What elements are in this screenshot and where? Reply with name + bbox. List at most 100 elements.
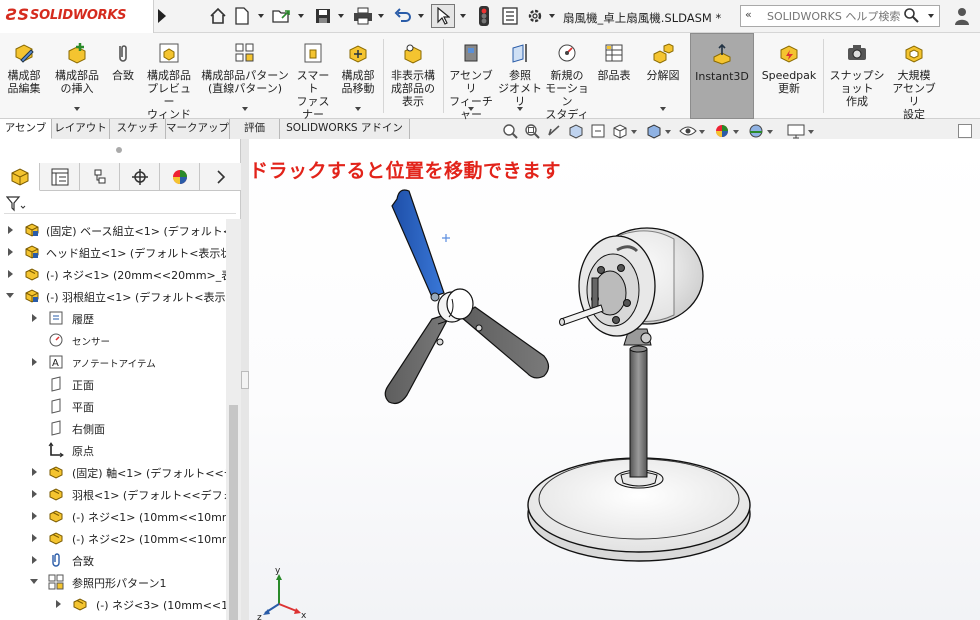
print-dropdown-icon[interactable]: [378, 14, 384, 18]
move-component-dropdown-icon[interactable]: [355, 107, 361, 111]
tree-filter[interactable]: [4, 194, 236, 214]
view-orientation-dropdown-icon[interactable]: [631, 130, 637, 134]
collapse-arrow-icon[interactable]: [30, 579, 38, 584]
fan-motor-head[interactable]: [578, 227, 704, 346]
search-icon[interactable]: [903, 7, 919, 27]
viewport-restore-icon[interactable]: [958, 124, 972, 138]
motion-study-button[interactable]: 新規の モーション スタディ: [544, 33, 590, 121]
snapshot-button[interactable]: スナップショット 作成: [826, 33, 888, 119]
file-properties-icon[interactable]: [500, 6, 520, 26]
apply-scene-icon[interactable]: [747, 122, 765, 140]
solidworks-logo[interactable]: ƧS SOLIDWORKS: [0, 0, 154, 33]
apply-scene-dropdown-icon[interactable]: [767, 130, 773, 134]
reference-geometry-dropdown-icon[interactable]: [517, 107, 523, 111]
home-icon[interactable]: [208, 6, 228, 26]
mate-button[interactable]: 合致: [106, 33, 140, 119]
insert-component-dropdown-icon[interactable]: [74, 107, 80, 111]
bom-button[interactable]: 部品表: [592, 33, 636, 119]
hide-show-items-icon[interactable]: [679, 122, 697, 140]
instant3d-button[interactable]: Instant3D: [690, 33, 754, 119]
view-orientation-icon[interactable]: [611, 122, 629, 140]
tree-row[interactable]: 履歴: [0, 307, 226, 329]
search-dropdown-icon[interactable]: [928, 14, 934, 18]
tab-solidworks-addins[interactable]: SOLIDWORKS アドイン: [280, 119, 410, 139]
tree-row[interactable]: (-) ネジ<1> (10mm<<10mm>: [0, 505, 226, 527]
expand-arrow-icon[interactable]: [56, 600, 61, 608]
options-gear-icon[interactable]: [525, 6, 545, 26]
tree-row[interactable]: (-) ネジ<2> (10mm<<10mm>: [0, 527, 226, 549]
tree-row[interactable]: (-) ネジ<3> (10mm<<10m: [0, 593, 226, 615]
zoom-to-area-icon[interactable]: [523, 122, 541, 140]
tree-row[interactable]: (固定) ベース組立<1> (デフォルト<表示: [0, 219, 226, 241]
display-style-icon[interactable]: [645, 122, 663, 140]
help-search-box[interactable]: «: [740, 5, 940, 27]
save-dropdown-icon[interactable]: [338, 14, 344, 18]
panel-collapse-handle[interactable]: [241, 371, 249, 389]
insert-component-button[interactable]: 構成部品 の挿入: [50, 33, 104, 119]
select-dropdown-icon[interactable]: [460, 14, 466, 18]
exploded-view-button[interactable]: 分解図: [640, 33, 686, 119]
undo-dropdown-icon[interactable]: [418, 14, 424, 18]
large-assembly-button[interactable]: 大規模 アセンブリ 設定: [890, 33, 938, 121]
component-preview-button[interactable]: 構成部品 プレビュー ウィンドウ: [142, 33, 196, 134]
menu-expand-arrow-icon[interactable]: [158, 9, 166, 23]
fan-blade-assembly[interactable]: [384, 189, 550, 405]
smart-fastener-button[interactable]: スマート ファスナー 挿入: [292, 33, 334, 134]
print-icon[interactable]: [353, 6, 373, 26]
tab-evaluate[interactable]: 評価: [230, 119, 280, 139]
tab-configuration-manager[interactable]: [80, 163, 120, 191]
move-component-button[interactable]: 構成部 品移動: [336, 33, 380, 119]
exploded-view-dropdown-icon[interactable]: [660, 107, 666, 111]
tree-row[interactable]: 参照円形パターン1: [0, 571, 226, 593]
fan-blade-lower[interactable]: [384, 311, 453, 405]
tab-property-manager[interactable]: [40, 163, 80, 191]
user-account-icon[interactable]: [952, 6, 972, 26]
display-style-dropdown-icon[interactable]: [665, 130, 671, 134]
panel-tabs-more-icon[interactable]: [200, 163, 241, 191]
expand-arrow-icon[interactable]: [32, 512, 37, 520]
tree-scrollbar-thumb[interactable]: [229, 405, 238, 620]
tab-display-manager[interactable]: [160, 163, 200, 191]
new-dropdown-icon[interactable]: [258, 14, 264, 18]
collapse-arrow-icon[interactable]: [6, 293, 14, 298]
tree-row[interactable]: 右側面: [0, 417, 226, 439]
linear-pattern-dropdown-icon[interactable]: [242, 107, 248, 111]
tree-row[interactable]: 合致: [0, 549, 226, 571]
open-dropdown-icon[interactable]: [298, 14, 304, 18]
help-search-input[interactable]: [767, 8, 907, 24]
open-icon[interactable]: [272, 6, 292, 26]
view-settings-icon[interactable]: [787, 122, 805, 140]
expand-arrow-icon[interactable]: [32, 358, 37, 366]
tab-layout[interactable]: レイアウト: [52, 119, 110, 139]
tree-row[interactable]: (-) ネジ<1> (20mm<<20mm>_表示: [0, 263, 226, 285]
expand-arrow-icon[interactable]: [8, 248, 13, 256]
reference-geometry-button[interactable]: 参照 ジオメトリ: [498, 33, 542, 119]
expand-arrow-icon[interactable]: [32, 468, 37, 476]
edit-component-button[interactable]: 構成部 品編集: [0, 33, 48, 119]
tab-feature-manager[interactable]: [0, 163, 40, 191]
edit-appearance-dropdown-icon[interactable]: [733, 130, 739, 134]
new-document-icon[interactable]: [232, 6, 252, 26]
show-hidden-button[interactable]: 非表示構 成部品の 表示: [386, 33, 440, 119]
tree-row[interactable]: 羽根<1> (デフォルト<<デフォルト>_: [0, 483, 226, 505]
tab-sketch[interactable]: スケッチ: [110, 119, 166, 139]
tree-row[interactable]: (-) 羽根組立<1> (デフォルト<表示状: [0, 285, 226, 307]
assembly-feature-button[interactable]: アセンブリ フィーチャー: [446, 33, 496, 121]
tree-row[interactable]: センサー: [0, 329, 226, 351]
view-settings-dropdown-icon[interactable]: [808, 130, 814, 134]
hide-show-dropdown-icon[interactable]: [699, 130, 705, 134]
panel-grip[interactable]: [116, 147, 122, 153]
expand-arrow-icon[interactable]: [8, 270, 13, 278]
speedpak-button[interactable]: Speedpak 更新: [758, 33, 820, 119]
options-dropdown-icon[interactable]: [549, 14, 555, 18]
zoom-to-fit-icon[interactable]: [501, 122, 519, 140]
assembly-feature-dropdown-icon[interactable]: [468, 107, 474, 111]
expand-arrow-icon[interactable]: [8, 226, 13, 234]
panel-splitter[interactable]: [241, 139, 249, 620]
dynamic-annotation-icon[interactable]: [589, 122, 607, 140]
tree-row[interactable]: ヘッド組立<1> (デフォルト<表示状態-: [0, 241, 226, 263]
filter-icon[interactable]: [6, 196, 28, 212]
tree-row[interactable]: A アノテートアイテム: [0, 351, 226, 373]
tree-scrollbar[interactable]: [226, 219, 241, 620]
expand-arrow-icon[interactable]: [32, 490, 37, 498]
